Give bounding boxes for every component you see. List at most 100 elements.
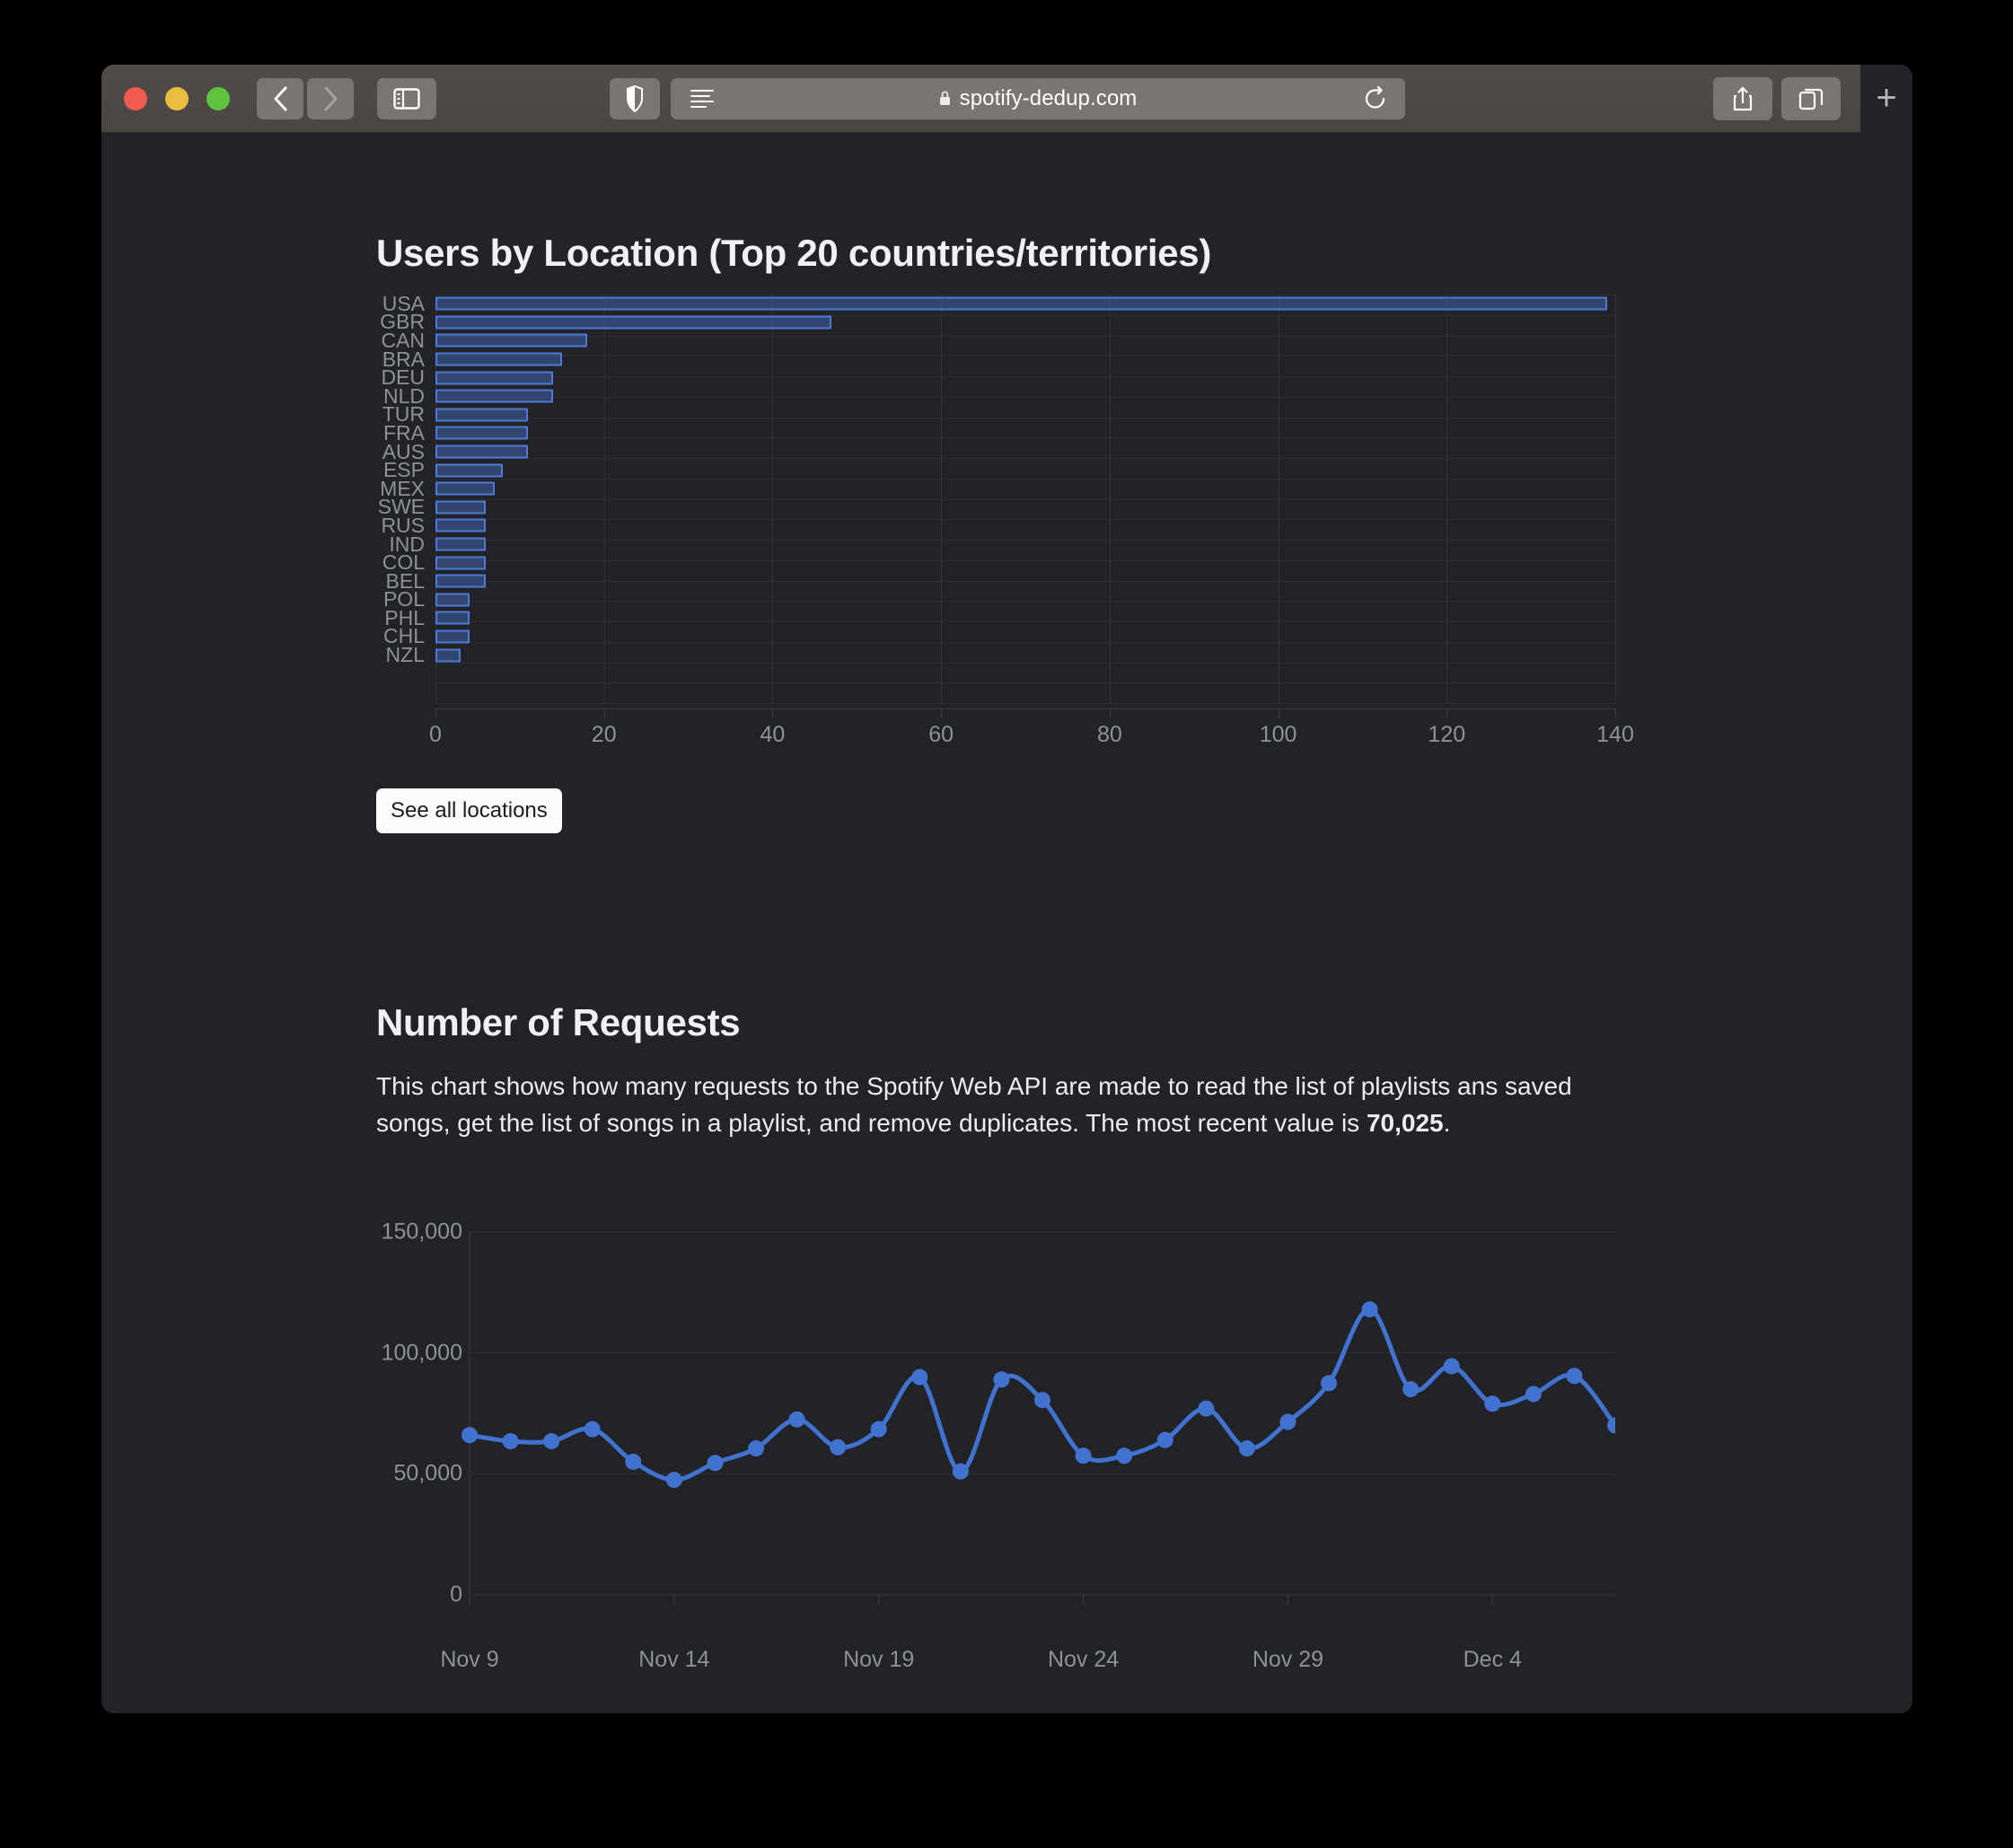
bar-axis-tick: [941, 708, 943, 717]
bar-fill[interactable]: [435, 333, 587, 348]
see-all-locations-button[interactable]: See all locations: [376, 788, 562, 833]
bar-label: NZL: [385, 643, 425, 667]
forward-button[interactable]: [307, 77, 354, 119]
bar-chart-row: AUS: [376, 441, 1615, 462]
bar-fill[interactable]: [435, 537, 487, 551]
bar-fill[interactable]: [435, 315, 832, 330]
reload-button[interactable]: [1364, 85, 1387, 111]
new-tab-button[interactable]: +: [1860, 65, 1912, 133]
reload-icon: [1365, 85, 1384, 109]
bar-track: [435, 591, 1615, 610]
line-chart-y-tick-label: 0: [450, 1581, 462, 1607]
line-chart-y-tick-label: 150,000: [381, 1219, 462, 1245]
bar-fill[interactable]: [435, 389, 554, 403]
bar-track: [435, 387, 1615, 406]
sidebar-icon: [393, 87, 420, 110]
bar-chart-row: CAN: [376, 330, 1615, 350]
bar-track: [435, 368, 1615, 387]
bar-track: [435, 461, 1615, 480]
bar-chart-row: PHL: [376, 607, 1615, 628]
page-content: Users by Location (Top 20 countries/terr…: [101, 133, 1912, 1713]
browser-window: spotify-dedup.com + Users by Location (T…: [101, 65, 1912, 1713]
bar-chart-row: SWE: [376, 497, 1615, 517]
tab-overview-icon: [1798, 88, 1824, 110]
line-chart-svg: [461, 1231, 1615, 1606]
bar-fill[interactable]: [435, 371, 554, 385]
bar-fill[interactable]: [435, 444, 529, 459]
line-chart-y-tick-label: 100,000: [381, 1340, 462, 1366]
bar-gridline-horizontal: [435, 703, 1615, 704]
bar-fill[interactable]: [435, 408, 529, 422]
bar-axis-tick: [1446, 708, 1448, 717]
bar-axis-tick-label: 100: [1259, 722, 1297, 747]
bar-gridline-horizontal: [435, 682, 1615, 684]
bar-axis-tick: [1615, 708, 1616, 717]
bar-track: [435, 628, 1615, 647]
bar-track: [435, 331, 1615, 350]
bar-track: [435, 516, 1615, 535]
bar-fill[interactable]: [435, 500, 487, 515]
sidebar-toggle-button[interactable]: [377, 77, 436, 119]
minimize-window-button[interactable]: [165, 86, 189, 110]
line-chart-y-axis-labels: 0 50,000 100,000 150,000: [376, 1219, 462, 1641]
maximize-window-button[interactable]: [207, 86, 230, 110]
bar-fill[interactable]: [435, 352, 562, 366]
bar-fill[interactable]: [435, 611, 470, 625]
bar-track: [435, 443, 1615, 462]
bar-fill[interactable]: [435, 556, 487, 570]
bar-chart-row: RUS: [376, 515, 1615, 535]
url-text: spotify-dedup.com: [959, 85, 1138, 110]
bar-track: [435, 350, 1615, 369]
lock-icon: [939, 91, 950, 105]
bar-fill[interactable]: [435, 629, 470, 644]
bar-chart-row: FRA: [376, 422, 1615, 443]
bar-chart-row: IND: [376, 533, 1615, 554]
bar-track: [435, 498, 1615, 517]
bar-chart-row: DEU: [376, 367, 1615, 388]
bar-axis-tick-label: 40: [760, 722, 786, 747]
bar-track: [435, 572, 1615, 591]
tab-overview-button[interactable]: [1781, 76, 1841, 120]
privacy-report-button[interactable]: [609, 77, 660, 119]
bar-chart-row: NZL: [376, 643, 1615, 667]
number-of-requests-line-chart: 0 50,000 100,000 150,000 Nov 9 Nov 14 Nov 19 N…: [376, 1219, 1615, 1672]
bar-chart-row: BEL: [376, 570, 1615, 591]
page-title-number-of-requests: Number of Requests: [376, 1001, 741, 1043]
chevron-left-icon: [274, 86, 287, 110]
bar-track: [435, 609, 1615, 628]
bar-axis-tick-label: 60: [928, 722, 954, 747]
toolbar-right-group: +: [1713, 65, 1912, 133]
bar-gridline-vertical: [1615, 295, 1616, 703]
navigation-buttons: [257, 77, 354, 119]
bar-axis-tick-label: 0: [429, 722, 442, 747]
line-chart-x-tick-label: Nov 24: [1047, 1647, 1120, 1672]
bar-fill[interactable]: [435, 463, 504, 478]
share-icon: [1733, 86, 1753, 110]
window-controls: [124, 86, 230, 110]
address-bar[interactable]: spotify-dedup.com: [670, 77, 1405, 119]
bar-chart-row: TUR: [376, 404, 1615, 425]
bar-chart-row: CHL: [376, 626, 1615, 647]
bar-chart-rows: USA GBR CAN BRA DEU NLD TUR FRA AUS ESP MEX SWE RUS I…: [376, 293, 1615, 667]
bar-fill[interactable]: [435, 518, 487, 532]
line-chart-x-tick-label: Nov 14: [638, 1647, 710, 1672]
bar-fill[interactable]: [435, 481, 495, 496]
close-window-button[interactable]: [124, 86, 147, 110]
address-bar-group: spotify-dedup.com: [609, 77, 1405, 119]
line-chart-x-tick-label: Nov 29: [1252, 1647, 1324, 1672]
page-title-users-by-location: Users by Location (Top 20 countries/terr…: [376, 232, 1212, 274]
bar-chart-row: GBR: [376, 312, 1615, 332]
bar-axis-tick: [603, 708, 605, 717]
bar-fill[interactable]: [435, 648, 461, 663]
bar-track: [435, 480, 1615, 498]
line-chart-x-axis-labels: Nov 9 Nov 14 Nov 19 Nov 24 Nov 29 Dec 4: [440, 1647, 1615, 1683]
bar-fill[interactable]: [435, 574, 487, 588]
bar-chart-row: COL: [376, 552, 1615, 573]
reader-view-icon[interactable]: [690, 89, 714, 108]
share-button[interactable]: [1713, 76, 1772, 120]
back-button[interactable]: [257, 77, 303, 119]
bar-fill[interactable]: [435, 296, 1607, 311]
bar-chart-row: MEX: [376, 478, 1615, 498]
bar-fill[interactable]: [435, 426, 529, 440]
bar-fill[interactable]: [435, 593, 470, 607]
